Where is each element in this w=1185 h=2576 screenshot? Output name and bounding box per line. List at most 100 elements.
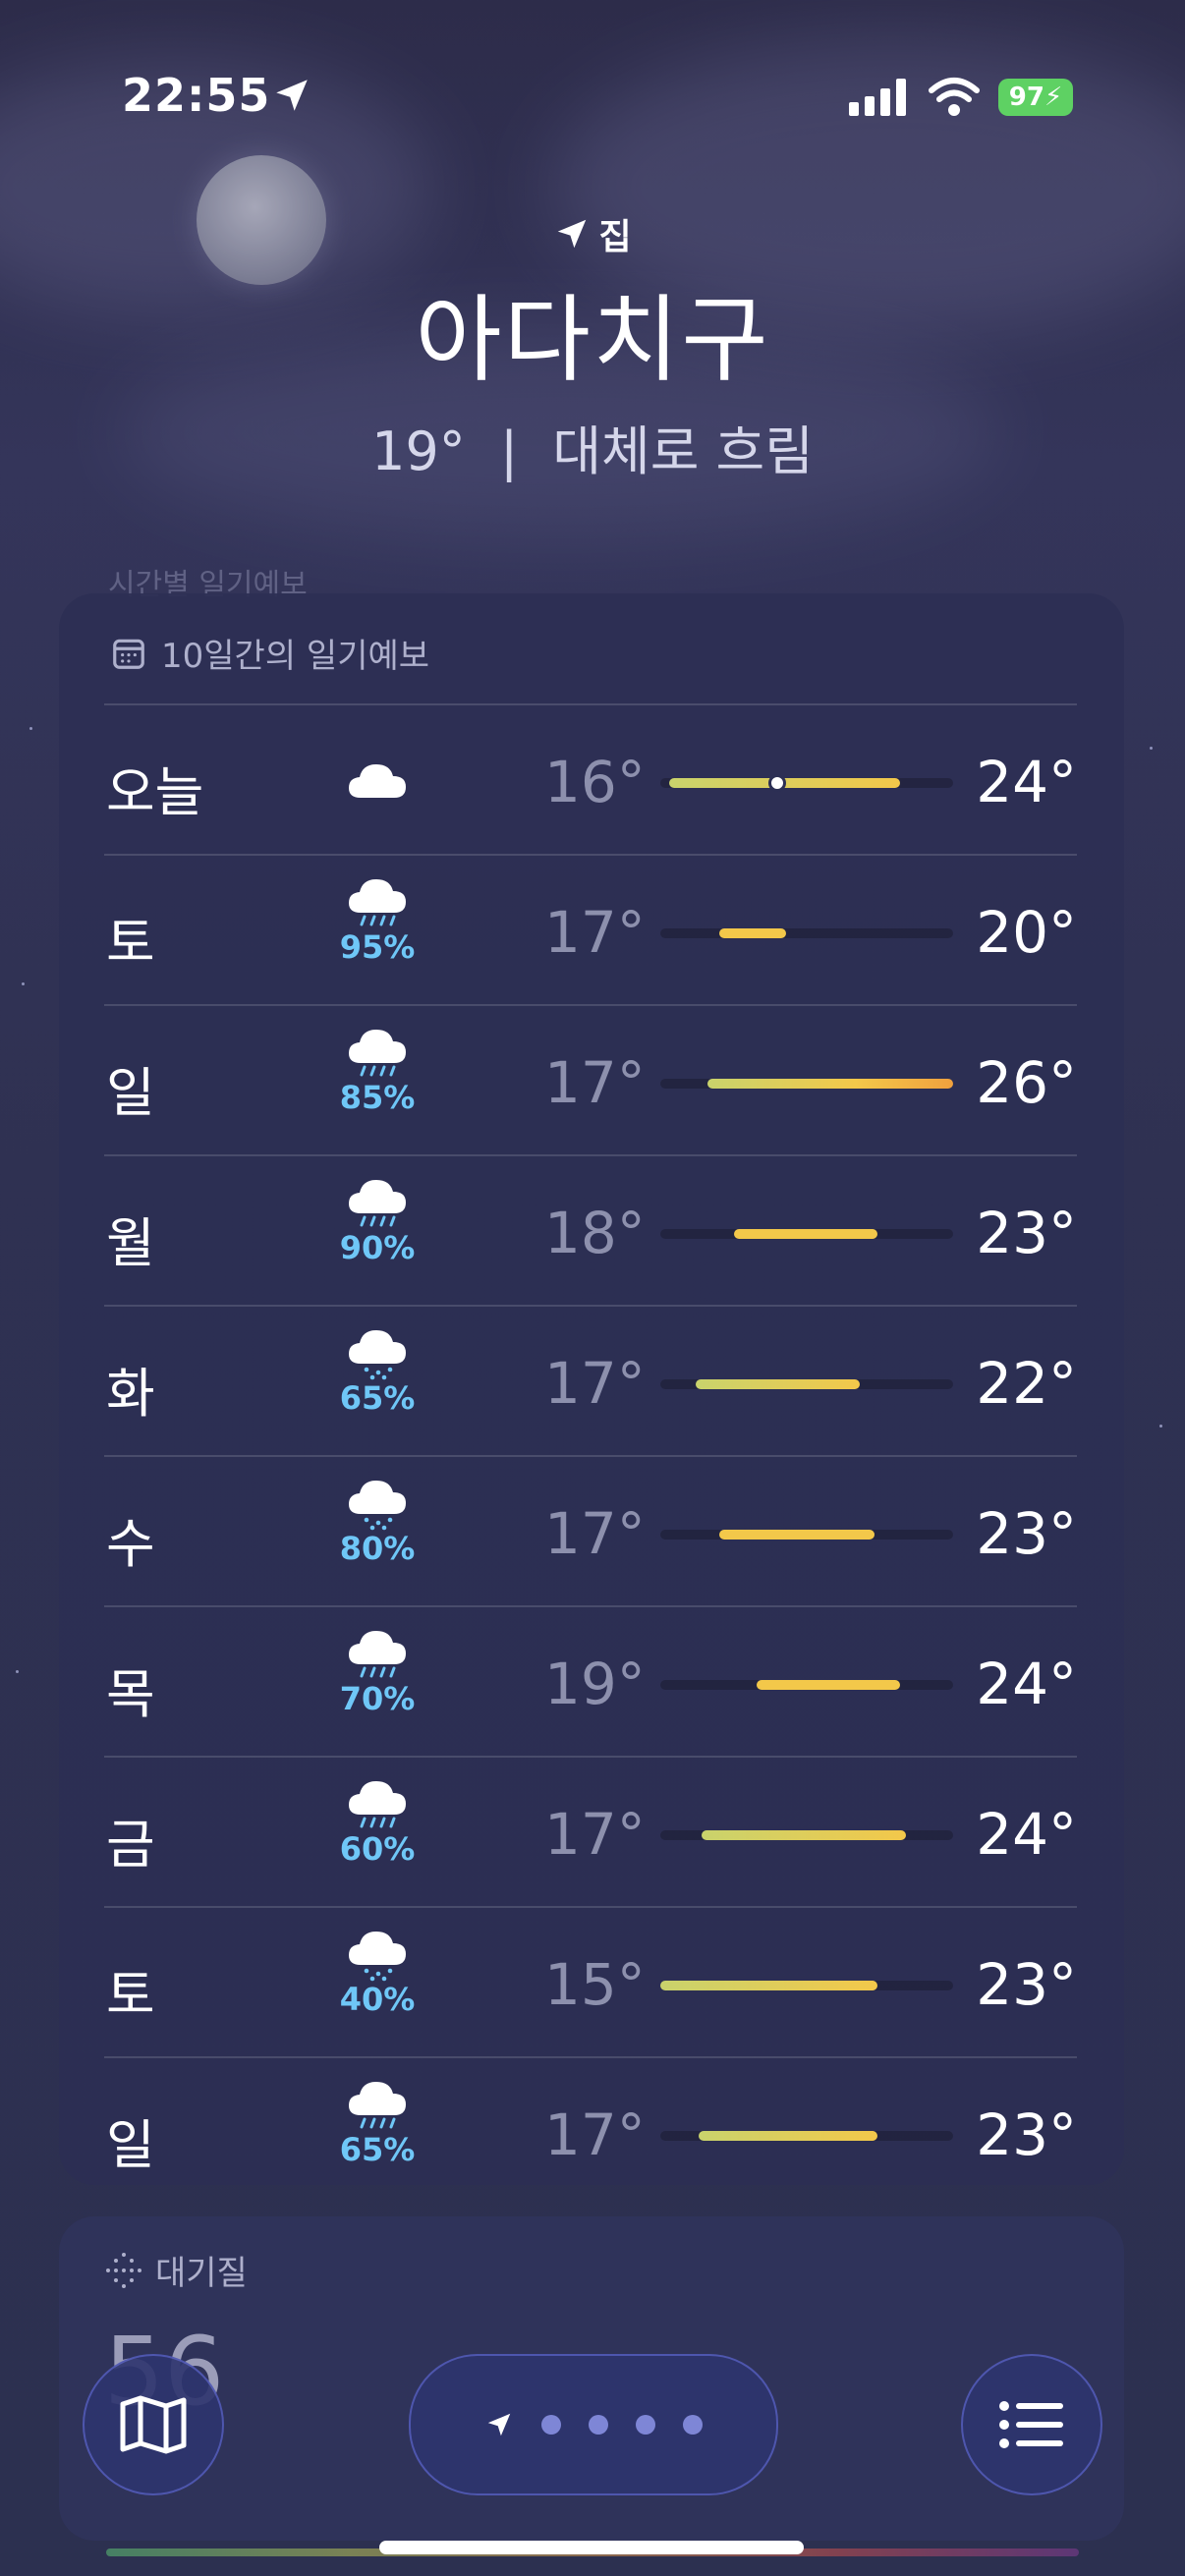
precip-chance: 60% — [339, 1830, 416, 1868]
precip-chance: 90% — [339, 1229, 416, 1266]
temp-range-bar — [701, 1830, 907, 1840]
forecast-row[interactable]: 수 80% 17° 23° — [104, 1455, 1077, 1605]
status-bar: 22:55 97⚡ — [0, 69, 1185, 128]
temp-range-track — [660, 1079, 953, 1089]
star — [29, 727, 32, 730]
cloud-icon — [349, 764, 406, 798]
high-temp: 22° — [976, 1350, 1077, 1417]
cellular-signal-icon — [849, 79, 906, 116]
current-conditions: 19° | 대체로 흐림 — [0, 408, 1185, 485]
city-list-button[interactable] — [961, 2354, 1102, 2495]
weather-condition: 60% — [328, 1769, 426, 1868]
forecast-row[interactable]: 오늘 16° 24° — [104, 703, 1077, 854]
forecast-row[interactable]: 일 65% 17° 23° — [104, 2056, 1077, 2207]
low-temp: 17° — [544, 2101, 646, 2168]
temp-range-bar — [706, 1079, 953, 1089]
star — [22, 982, 25, 985]
forecast-row[interactable]: 토 95% 17° 20° — [104, 854, 1077, 1004]
day-label: 일 — [106, 2114, 155, 2176]
day-label: 목 — [106, 1663, 155, 1725]
low-temp: 18° — [544, 1200, 646, 1266]
temp-range-bar — [718, 1530, 875, 1540]
high-temp: 23° — [976, 2101, 1077, 2168]
temp-range-track — [660, 1981, 953, 1990]
cloud-drizzle-icon — [349, 1330, 406, 1380]
card-title-text: 10일간의 일기예보 — [161, 637, 430, 676]
page-dot[interactable] — [589, 2415, 608, 2435]
low-temp: 16° — [544, 749, 646, 815]
ten-day-forecast-card[interactable]: 10일간의 일기예보 오늘 16° 24° 토 95% 17° 20° 일 85% 17° 26° 월… — [59, 593, 1124, 2185]
location-arrow-icon — [276, 80, 308, 111]
city-name: 아다치구 — [415, 285, 770, 395]
location-arrow-icon — [558, 219, 587, 249]
day-label: 월 — [106, 1212, 155, 1274]
current-temp: 19° — [371, 420, 466, 482]
condition-text: 대체로 흐림 — [552, 420, 814, 482]
day-label: 오늘 — [106, 761, 204, 823]
map-button[interactable] — [83, 2354, 224, 2495]
low-temp: 17° — [544, 1500, 646, 1567]
weather-condition: 70% — [328, 1619, 426, 1717]
weather-condition: 90% — [328, 1168, 426, 1266]
current-temp-marker — [768, 774, 787, 792]
low-temp: 17° — [544, 1350, 646, 1417]
dots-grid-icon — [106, 2252, 141, 2288]
weather-condition: 65% — [328, 1318, 426, 1417]
forecast-row[interactable]: 목 70% 19° 24° — [104, 1605, 1077, 1756]
high-temp: 24° — [976, 1651, 1077, 1717]
air-quality-title-text: 대기질 — [155, 2254, 248, 2293]
home-indicator[interactable] — [379, 2541, 804, 2554]
cloud-rain-icon — [349, 1180, 406, 1227]
high-temp: 26° — [976, 1049, 1077, 1116]
temp-range-bar — [733, 1229, 877, 1239]
temp-range-bar — [695, 1379, 860, 1389]
cloud-drizzle-icon — [349, 1932, 406, 1982]
high-temp: 23° — [976, 1951, 1077, 2018]
high-temp: 23° — [976, 1500, 1077, 1567]
precip-chance: 65% — [339, 2131, 416, 2168]
temp-range-track — [660, 928, 953, 938]
day-label: 수 — [106, 1513, 155, 1575]
temp-range-track — [660, 774, 953, 792]
precip-chance: 70% — [339, 1680, 416, 1717]
temp-range-bar — [698, 2131, 877, 2141]
star — [1159, 1425, 1162, 1428]
forecast-row[interactable]: 금 60% 17° 24° — [104, 1756, 1077, 1906]
weather-condition: 40% — [328, 1920, 426, 2018]
temp-range-bar — [660, 1981, 877, 1990]
page-dot[interactable] — [683, 2415, 703, 2435]
temp-range-bar — [757, 1680, 901, 1690]
temp-range-track — [660, 1229, 953, 1239]
separator: | — [499, 420, 519, 482]
page-dot[interactable] — [541, 2415, 561, 2435]
temp-range-bar — [718, 928, 787, 938]
forecast-rows: 오늘 16° 24° 토 95% 17° 20° 일 85% 17° 26° 월 90% 18° 23° 화 6… — [104, 703, 1077, 2207]
home-label: 집 — [598, 217, 632, 257]
temp-range-track — [660, 1379, 953, 1389]
forecast-row[interactable]: 월 90% 18° 23° — [104, 1154, 1077, 1305]
day-label: 토 — [106, 1964, 155, 2026]
precip-chance: 85% — [339, 1079, 416, 1116]
day-label: 금 — [106, 1814, 155, 1876]
temp-range-track — [660, 2131, 953, 2141]
forecast-row[interactable]: 토 40% 15° 23° — [104, 1906, 1077, 2056]
high-temp: 24° — [976, 1801, 1077, 1868]
weather-condition: 95% — [328, 868, 426, 966]
low-temp: 17° — [544, 1049, 646, 1116]
cloud-rain-icon — [349, 1030, 406, 1077]
low-temp: 17° — [544, 1801, 646, 1868]
forecast-row[interactable]: 화 65% 17° 22° — [104, 1305, 1077, 1455]
cloud-rain-icon — [349, 1781, 406, 1828]
page-indicator[interactable] — [409, 2354, 778, 2495]
status-time: 22:55 — [122, 69, 271, 122]
high-temp: 20° — [976, 899, 1077, 966]
precip-chance: 40% — [339, 1981, 416, 2018]
weather-condition — [328, 753, 426, 804]
temp-range-track — [660, 1830, 953, 1840]
forecast-row[interactable]: 일 85% 17° 26° — [104, 1004, 1077, 1154]
page-dot[interactable] — [636, 2415, 655, 2435]
low-temp: 17° — [544, 899, 646, 966]
precip-chance: 95% — [339, 928, 416, 966]
cloud-rain-icon — [349, 1631, 406, 1678]
calendar-icon — [113, 639, 144, 669]
